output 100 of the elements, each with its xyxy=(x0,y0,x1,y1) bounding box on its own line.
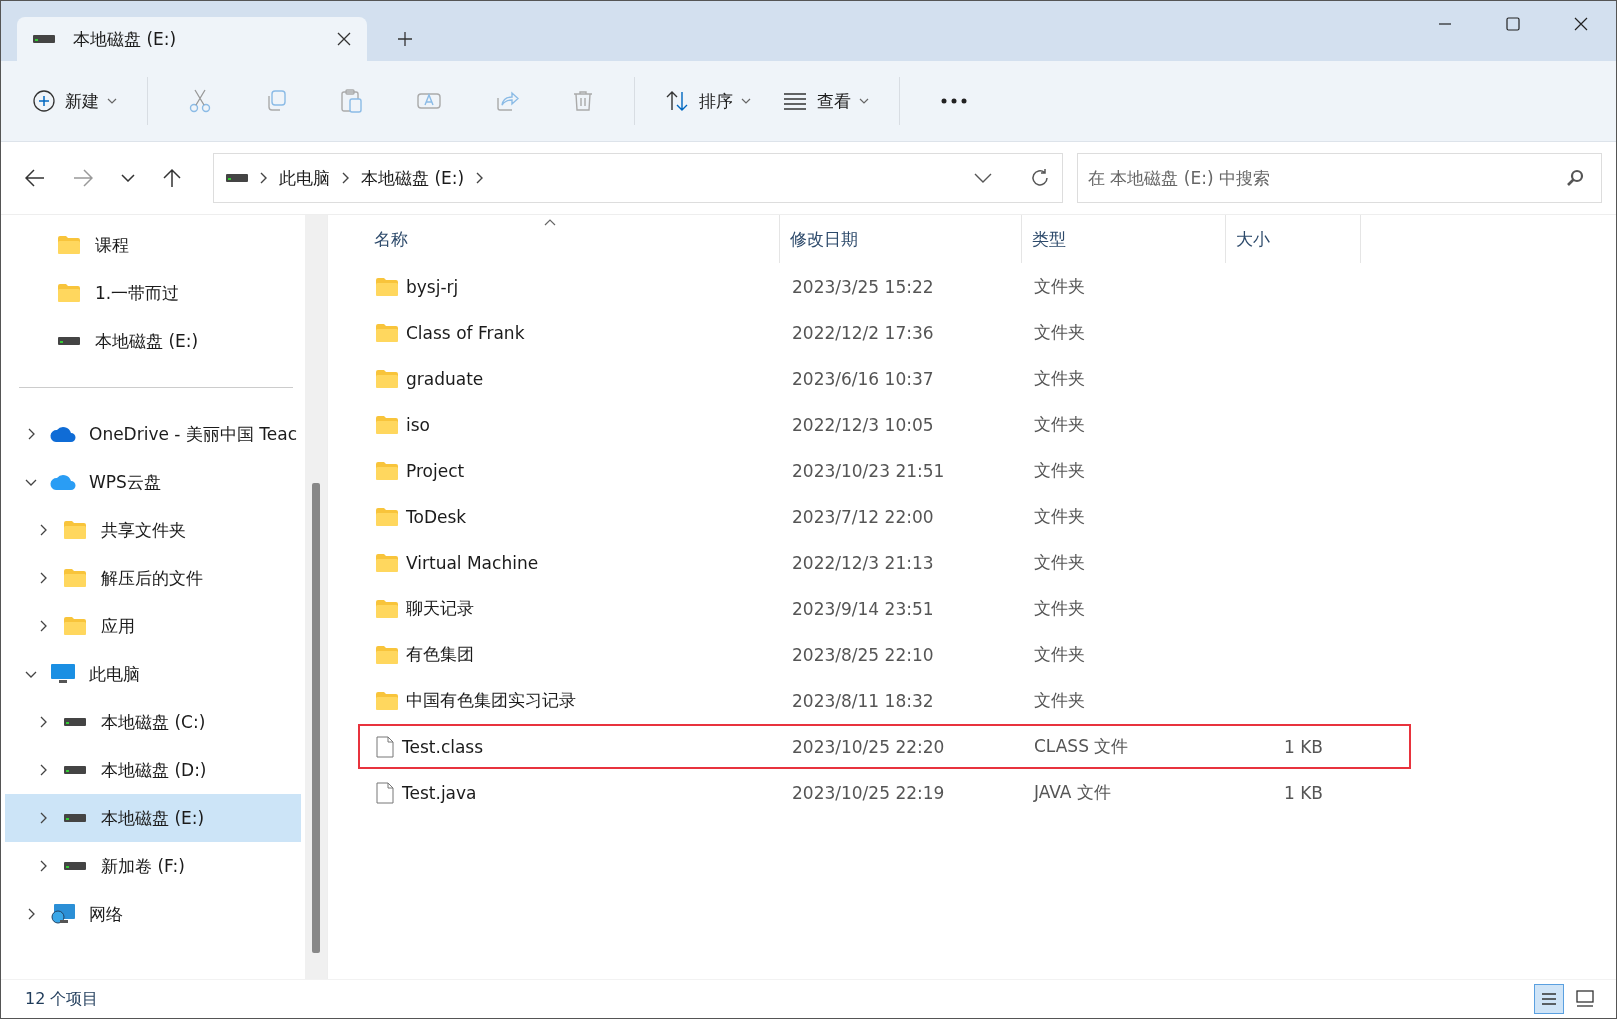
file-row[interactable]: Class of Frank 2022/12/2 17:36 文件夹 xyxy=(358,310,1411,355)
size-cell-text: 1 KB xyxy=(1282,782,1324,803)
caret-icon xyxy=(107,98,117,104)
file-row[interactable]: graduate 2023/6/16 10:37 文件夹 xyxy=(358,356,1411,401)
new-button[interactable]: 新建 xyxy=(21,81,129,121)
column-header[interactable]: 类型 xyxy=(1022,215,1226,263)
tree-item[interactable]: 本地磁盘 (C:) xyxy=(5,698,301,746)
size-cell-text: 1 KB xyxy=(1282,736,1324,757)
close-icon[interactable] xyxy=(1574,17,1588,31)
tree-item[interactable]: 网络 xyxy=(5,890,301,938)
tiles-view-icon[interactable] xyxy=(1574,988,1596,1010)
file-row[interactable]: Project 2023/10/23 21:51 文件夹 xyxy=(358,448,1411,493)
monitor-icon xyxy=(51,664,75,684)
search-field[interactable]: 在 本地磁盘 (E:) 中搜索 xyxy=(1077,153,1602,203)
new-tab-icon[interactable] xyxy=(397,31,413,47)
scrollbar[interactable] xyxy=(305,215,327,979)
view-button[interactable]: 查看 xyxy=(771,81,881,121)
add-icon xyxy=(33,90,55,112)
sidebar-item[interactable]: 本地磁盘 (E:) xyxy=(5,317,301,365)
file-row[interactable]: 有色集团 2023/8/25 22:10 文件夹 xyxy=(358,632,1411,677)
date-cell-text: 2022/12/3 21:13 xyxy=(791,552,935,573)
close-icon[interactable] xyxy=(337,32,351,46)
tree-item[interactable]: 本地磁盘 (D:) xyxy=(5,746,301,794)
folder-icon xyxy=(376,599,398,618)
network-icon xyxy=(51,904,75,924)
item-count: 12 个项目 xyxy=(25,988,99,1010)
type-cell-text: 文件夹 xyxy=(1033,505,1086,528)
sort-icon xyxy=(665,90,689,112)
folder-icon xyxy=(376,645,398,664)
file-row[interactable]: bysj-rj 2023/3/25 15:22 文件夹 xyxy=(358,264,1411,309)
tree-item[interactable]: 此电脑 xyxy=(5,650,301,698)
chevron-down-icon[interactable] xyxy=(974,173,992,183)
column-header[interactable]: 名称 xyxy=(358,215,780,263)
file-row[interactable]: iso 2022/12/3 10:05 文件夹 xyxy=(358,402,1411,447)
file-name: Test.class xyxy=(402,736,484,757)
back-icon[interactable] xyxy=(25,169,45,187)
drive-icon xyxy=(64,765,86,775)
column-header[interactable]: 大小 xyxy=(1226,215,1361,263)
chevron-right-icon[interactable] xyxy=(342,172,349,184)
folder-icon xyxy=(376,369,398,388)
type-cell-text: CLASS 文件 xyxy=(1033,735,1130,758)
chevron-down-icon[interactable] xyxy=(121,174,135,182)
caret-icon xyxy=(741,98,751,104)
type-cell-text: 文件夹 xyxy=(1033,367,1086,390)
breadcrumb[interactable]: 此电脑 xyxy=(279,166,330,190)
file-row[interactable]: ToDesk 2023/7/12 22:00 文件夹 xyxy=(358,494,1411,539)
file-row[interactable]: Test.class 2023/10/25 22:20 CLASS 文件 1 KB xyxy=(358,724,1411,769)
folder-icon xyxy=(58,236,80,254)
folder-icon xyxy=(376,277,398,296)
refresh-icon[interactable] xyxy=(1030,168,1050,188)
tree-item[interactable]: 共享文件夹 xyxy=(5,506,301,554)
column-header[interactable]: 修改日期 xyxy=(780,215,1022,263)
sidebar-item[interactable]: 1.一带而过 xyxy=(5,269,301,317)
tree-item[interactable]: WPS云盘 xyxy=(5,458,301,506)
file-name: graduate xyxy=(406,368,484,389)
up-icon[interactable] xyxy=(163,168,181,188)
sort-button[interactable]: 排序 xyxy=(653,81,763,121)
file-row[interactable]: 聊天记录 2023/9/14 23:51 文件夹 xyxy=(358,586,1411,631)
chevron-right-icon[interactable] xyxy=(476,172,484,184)
date-cell-text: 2023/6/16 10:37 xyxy=(791,368,935,389)
tree-item[interactable]: 本地磁盘 (E:) xyxy=(5,794,301,842)
forward-icon[interactable] xyxy=(73,169,93,187)
cloud-icon xyxy=(50,474,76,490)
breadcrumb[interactable]: 本地磁盘 (E:) xyxy=(361,166,465,190)
tree-item[interactable]: 应用 xyxy=(5,602,301,650)
folder-icon xyxy=(58,284,80,302)
date-cell-text: 2023/8/11 18:32 xyxy=(791,690,935,711)
file-row[interactable]: 中国有色集团实习记录 2023/8/11 18:32 文件夹 xyxy=(358,678,1411,723)
maximize-icon[interactable] xyxy=(1506,17,1520,31)
type-cell-text: JAVA 文件 xyxy=(1032,781,1112,804)
file-name: iso xyxy=(406,414,430,435)
folder-icon xyxy=(64,521,86,539)
folder-icon xyxy=(376,507,398,526)
sidebar-item[interactable]: 课程 xyxy=(5,221,301,269)
folder-icon xyxy=(64,617,86,635)
file-name: Class of Frank xyxy=(406,322,525,343)
tree-item[interactable]: OneDrive - 美丽中国 Teac xyxy=(5,410,301,458)
file-name: 有色集团 xyxy=(406,643,474,666)
details-view-icon[interactable] xyxy=(1534,984,1564,1014)
file-row[interactable]: Virtual Machine 2022/12/3 21:13 文件夹 xyxy=(358,540,1411,585)
folder-icon xyxy=(64,569,86,587)
type-cell-text: 文件夹 xyxy=(1033,413,1086,436)
date-cell-text: 2023/3/25 15:22 xyxy=(791,276,935,297)
address-bar[interactable]: 此电脑 本地磁盘 (E:) xyxy=(213,153,1063,203)
file-icon xyxy=(376,735,394,758)
type-cell-text: 文件夹 xyxy=(1033,597,1086,620)
type-cell-text: 文件夹 xyxy=(1033,275,1086,298)
date-cell-text: 2022/12/2 17:36 xyxy=(791,322,935,343)
search-icon xyxy=(1566,169,1584,187)
more-icon[interactable] xyxy=(941,98,967,104)
window-tab[interactable]: 本地磁盘 (E:) xyxy=(17,17,367,61)
list-icon xyxy=(783,92,807,110)
chevron-right-icon[interactable] xyxy=(260,172,267,184)
tree-item[interactable]: 解压后的文件 xyxy=(5,554,301,602)
type-cell-text: 文件夹 xyxy=(1033,689,1086,712)
date-cell-text: 2023/8/25 22:10 xyxy=(791,644,935,665)
cloud-icon xyxy=(50,426,76,442)
type-cell-text: 文件夹 xyxy=(1033,643,1086,666)
file-row[interactable]: Test.java 2023/10/25 22:19 JAVA 文件 1 KB xyxy=(358,770,1411,815)
tree-item[interactable]: 新加卷 (F:) xyxy=(5,842,301,890)
